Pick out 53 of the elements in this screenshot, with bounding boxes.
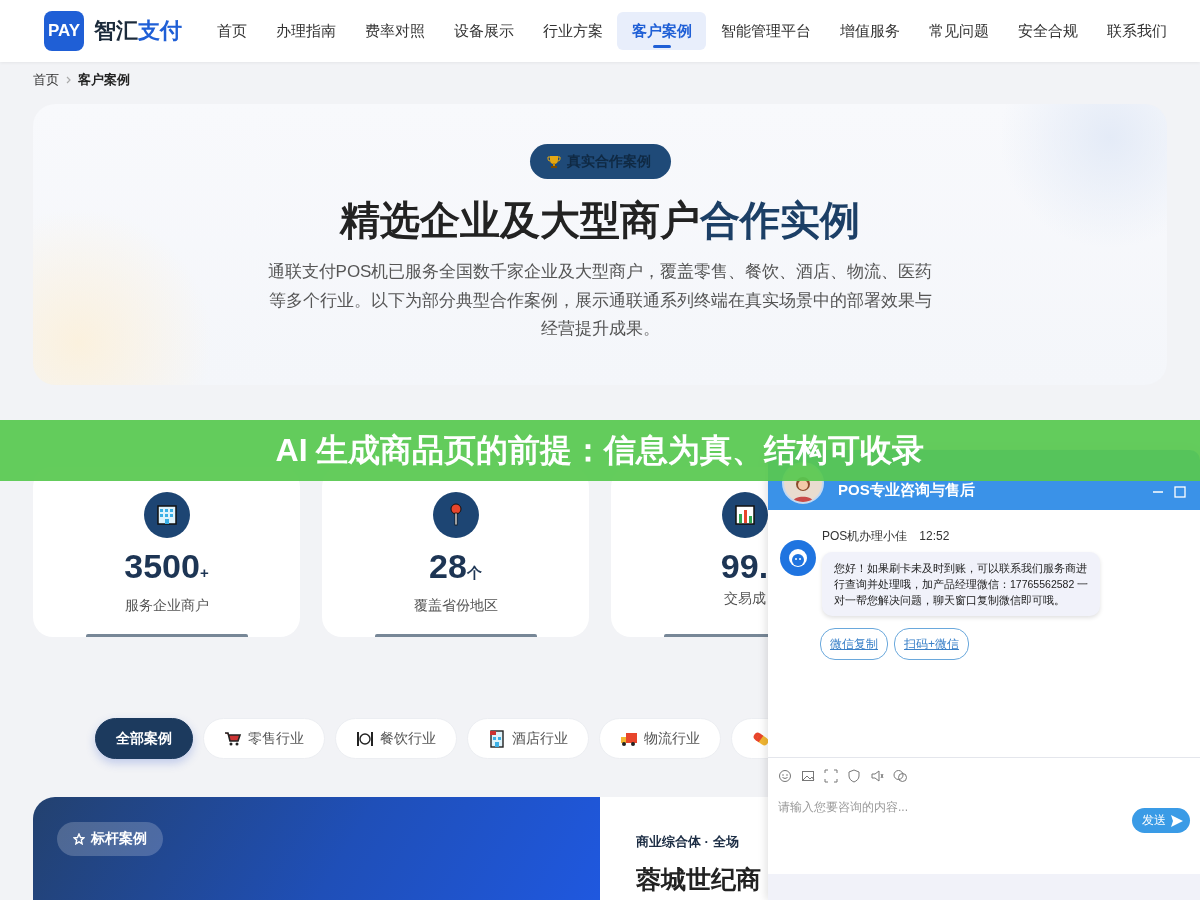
nav-tab[interactable]: 行业方案 (528, 12, 617, 50)
hero-description: 通联支付POS机已服务全国数千家企业及大型商户，覆盖零售、餐饮、酒店、物流、医药等多个行业。以下为部分典型合作案例，展示通联通系列终端在真实场景中的部署效果与经营提升成果。 (266, 261, 934, 340)
shield-icon[interactable] (847, 769, 861, 783)
send-icon (1170, 813, 1184, 828)
nav-tab[interactable]: 增值服务 (825, 12, 914, 50)
screenshot-icon[interactable] (824, 769, 838, 783)
hero-title: 精选企业及大型商户合作实例 (340, 197, 860, 244)
image-icon[interactable] (801, 769, 815, 783)
article-banner-title: AI 生成商品页的前提：信息为真、结构可收录 (275, 430, 925, 470)
quick-reply-button[interactable]: 扫码+微信 (894, 628, 969, 660)
nav-tab[interactable]: 智能管理平台 (706, 12, 825, 50)
stat-label: 交易成 (723, 590, 766, 608)
nav-tab[interactable]: 设备展示 (439, 12, 528, 50)
trophy-icon (546, 154, 561, 169)
maximize-icon[interactable] (1174, 486, 1186, 498)
nav-tab[interactable]: 费率对照 (350, 12, 439, 50)
case-category: 商业综合体 · 全场 (636, 833, 740, 851)
hotel-icon (488, 729, 506, 748)
stat-value: 99. (720, 546, 769, 587)
filter-tab[interactable]: 零售行业 (203, 718, 325, 759)
logo-text[interactable]: 智汇支付 (94, 16, 182, 46)
stat-label: 服务企业商户 (124, 597, 209, 615)
speaker-icon[interactable] (870, 769, 884, 783)
chat-title: POS专业咨询与售后 (838, 481, 976, 500)
plate-and-cutlery-icon (356, 729, 374, 748)
filter-tab[interactable]: 酒店行业 (467, 718, 589, 759)
stat-value: 3500+ (124, 546, 209, 587)
stat-value: 28个 (429, 546, 482, 587)
filter-tab[interactable]: 全部案例 (95, 718, 193, 759)
message-time: 12:52 (919, 529, 950, 543)
face-icon (786, 546, 810, 570)
chevron-right-icon (65, 76, 72, 84)
filter-tab[interactable]: 物流行业 (599, 718, 721, 759)
nav-tab[interactable]: 安全合规 (1003, 12, 1092, 50)
case-title: 蓉城世纪商 (636, 864, 761, 895)
star-icon (73, 833, 85, 845)
logo-badge[interactable]: PAY (44, 11, 84, 51)
benchmark-tag: 标杆案例 (57, 822, 163, 856)
breadcrumb-link[interactable]: 首页 (33, 71, 59, 89)
quick-reply-button[interactable]: 微信复制 (820, 628, 888, 660)
message-bubble: 您好！如果刷卡未及时到账，可以联系我们服务商进行查询并处理哦，加产品经理微信：17765562582 一对一帮您解决问题，聊天窗口复制微信即可哦。 (822, 552, 1100, 616)
nav-tab[interactable]: 常见问题 (914, 12, 1003, 50)
chat-bubbles-icon[interactable] (893, 769, 907, 783)
cart-icon (224, 729, 242, 748)
nav-tab[interactable]: 客户案例 (617, 12, 706, 50)
nav-tab[interactable]: 首页 (202, 12, 261, 50)
nav-tab[interactable]: 办理指南 (261, 12, 350, 50)
nav-tab[interactable]: 联系我们 (1092, 12, 1181, 50)
sender-name: POS机办理小佳 (822, 529, 908, 543)
stat-label: 覆盖省份地区 (413, 597, 498, 615)
emoji-icon[interactable] (778, 769, 792, 783)
breadcrumb-link[interactable]: 客户案例 (78, 71, 130, 89)
filter-tab[interactable]: 餐饮行业 (335, 718, 457, 759)
